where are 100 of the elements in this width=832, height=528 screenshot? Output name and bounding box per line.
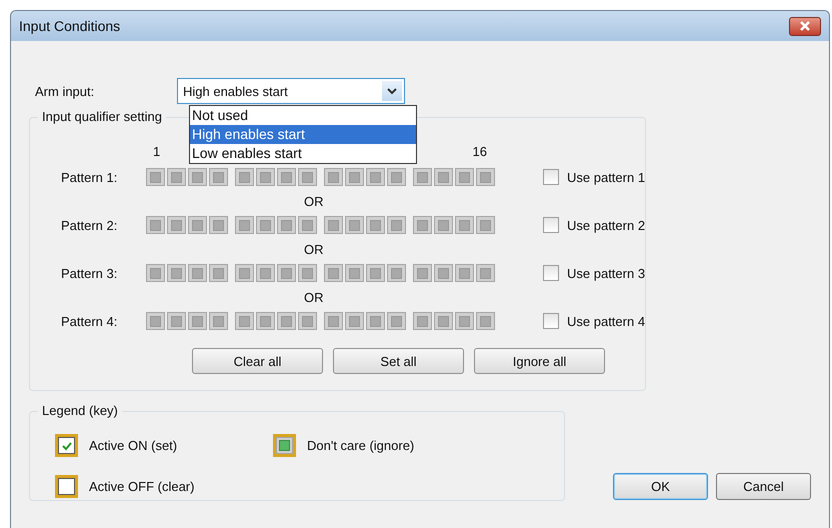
dont-care-cell[interactable] — [413, 216, 432, 234]
dont-care-cell[interactable] — [277, 216, 296, 234]
arm-input-dropdown[interactable]: High enables start — [177, 78, 405, 104]
dont-care-cell[interactable] — [146, 312, 165, 330]
checkbox-label: Use pattern 3 — [567, 266, 646, 280]
dont-care-cell[interactable] — [235, 168, 254, 186]
dont-care-cell[interactable] — [188, 216, 207, 234]
bit-number: 16 — [472, 144, 487, 161]
or-label: OR — [304, 242, 324, 256]
dont-care-cell[interactable] — [413, 168, 432, 186]
dont-care-cell[interactable] — [366, 168, 385, 186]
dont-care-cell[interactable] — [298, 312, 317, 330]
checkbox[interactable] — [543, 313, 559, 329]
dont-care-cell[interactable] — [387, 168, 406, 186]
dont-care-cell[interactable] — [188, 168, 207, 186]
dont-care-cell[interactable] — [235, 216, 254, 234]
dont-care-cell[interactable] — [167, 312, 186, 330]
dont-care-cell[interactable] — [434, 168, 453, 186]
dont-care-cell[interactable] — [277, 168, 296, 186]
checkbox-label: Use pattern 2 — [567, 218, 646, 232]
dont-care-cell[interactable] — [256, 168, 275, 186]
or-label: OR — [304, 290, 324, 304]
dont-care-cell[interactable] — [256, 312, 275, 330]
checkbox-label: Use pattern 1 — [567, 170, 646, 184]
dont-care-cell[interactable] — [167, 264, 186, 282]
close-button[interactable] — [789, 16, 821, 36]
dont-care-cell[interactable] — [366, 312, 385, 330]
chevron-down-icon — [387, 88, 397, 94]
dont-care-cell[interactable] — [277, 312, 296, 330]
dont-care-cell[interactable] — [324, 312, 343, 330]
field-label: Arm input: — [34, 84, 96, 98]
dont-care-cell[interactable] — [455, 264, 474, 282]
dont-care-cell[interactable] — [235, 312, 254, 330]
dont-care-cell[interactable] — [324, 216, 343, 234]
dont-care-cell[interactable] — [476, 216, 495, 234]
dont-care-cell[interactable] — [277, 264, 296, 282]
dont-care-cell[interactable] — [209, 264, 228, 282]
group-title: Legend (key) — [38, 403, 122, 418]
dont-care-cell[interactable] — [434, 312, 453, 330]
dont-care-cell[interactable] — [188, 312, 207, 330]
checkbox[interactable] — [543, 169, 559, 185]
pattern-label: Pattern 1: — [60, 170, 118, 184]
pattern-label: Pattern 2: — [60, 218, 118, 232]
bit-number: 1 — [153, 144, 160, 161]
dropdown-option[interactable]: Not used — [190, 106, 416, 125]
window-title: Input Conditions — [19, 18, 120, 34]
checkbox[interactable] — [543, 265, 559, 281]
dropdown-option[interactable]: High enables start — [190, 125, 416, 144]
dont-care-cell[interactable] — [387, 216, 406, 234]
dont-care-cell[interactable] — [387, 312, 406, 330]
dialog-button[interactable]: OK — [613, 473, 708, 500]
dropdown-option[interactable]: Low enables start — [190, 144, 416, 163]
dont-care-cell[interactable] — [434, 264, 453, 282]
dialog-button[interactable]: Cancel — [716, 473, 811, 500]
dont-care-cell[interactable] — [209, 312, 228, 330]
pattern-label: Pattern 3: — [60, 266, 118, 280]
close-icon — [799, 21, 811, 31]
dont-care-cell[interactable] — [298, 216, 317, 234]
legend-label: Don't care (ignore) — [307, 438, 414, 453]
legend-label: Active ON (set) — [89, 438, 178, 453]
dont-care-cell[interactable] — [324, 264, 343, 282]
dont-care-cell[interactable] — [455, 312, 474, 330]
dont-care-cell[interactable] — [345, 264, 364, 282]
pattern-label: Pattern 4: — [60, 314, 118, 328]
checkbox[interactable] — [543, 217, 559, 233]
dont-care-cell[interactable] — [345, 168, 364, 186]
dont-care-cell[interactable] — [366, 264, 385, 282]
action-button[interactable]: Set all — [333, 348, 464, 374]
dont-care-cell[interactable] — [476, 264, 495, 282]
dont-care-cell[interactable] — [345, 216, 364, 234]
dont-care-cell[interactable] — [455, 216, 474, 234]
dont-care-cell[interactable] — [146, 168, 165, 186]
dont-care-cell[interactable] — [345, 312, 364, 330]
dont-care-cell[interactable] — [256, 216, 275, 234]
checkbox-label: Use pattern 4 — [567, 314, 646, 328]
action-button[interactable]: Clear all — [192, 348, 323, 374]
dont-care-cell[interactable] — [324, 168, 343, 186]
dont-care-cell[interactable] — [476, 168, 495, 186]
dont-care-cell[interactable] — [235, 264, 254, 282]
dont-care-cell[interactable] — [209, 216, 228, 234]
dont-care-cell[interactable] — [146, 216, 165, 234]
legend-label: Active OFF (clear) — [89, 479, 194, 494]
dont-care-cell[interactable] — [434, 216, 453, 234]
dont-care-cell[interactable] — [167, 168, 186, 186]
or-label: OR — [304, 194, 324, 208]
dont-care-cell[interactable] — [188, 264, 207, 282]
dont-care-cell[interactable] — [366, 216, 385, 234]
dont-care-cell[interactable] — [413, 312, 432, 330]
dont-care-cell[interactable] — [167, 216, 186, 234]
dont-care-cell[interactable] — [298, 168, 317, 186]
dont-care-cell[interactable] — [476, 312, 495, 330]
dont-care-cell[interactable] — [298, 264, 317, 282]
dont-care-cell[interactable] — [146, 264, 165, 282]
dont-care-cell[interactable] — [455, 168, 474, 186]
action-button[interactable]: Ignore all — [474, 348, 605, 374]
group-title: Input qualifier setting — [38, 109, 166, 124]
dont-care-cell[interactable] — [413, 264, 432, 282]
dont-care-cell[interactable] — [387, 264, 406, 282]
dont-care-cell[interactable] — [209, 168, 228, 186]
dont-care-cell[interactable] — [256, 264, 275, 282]
